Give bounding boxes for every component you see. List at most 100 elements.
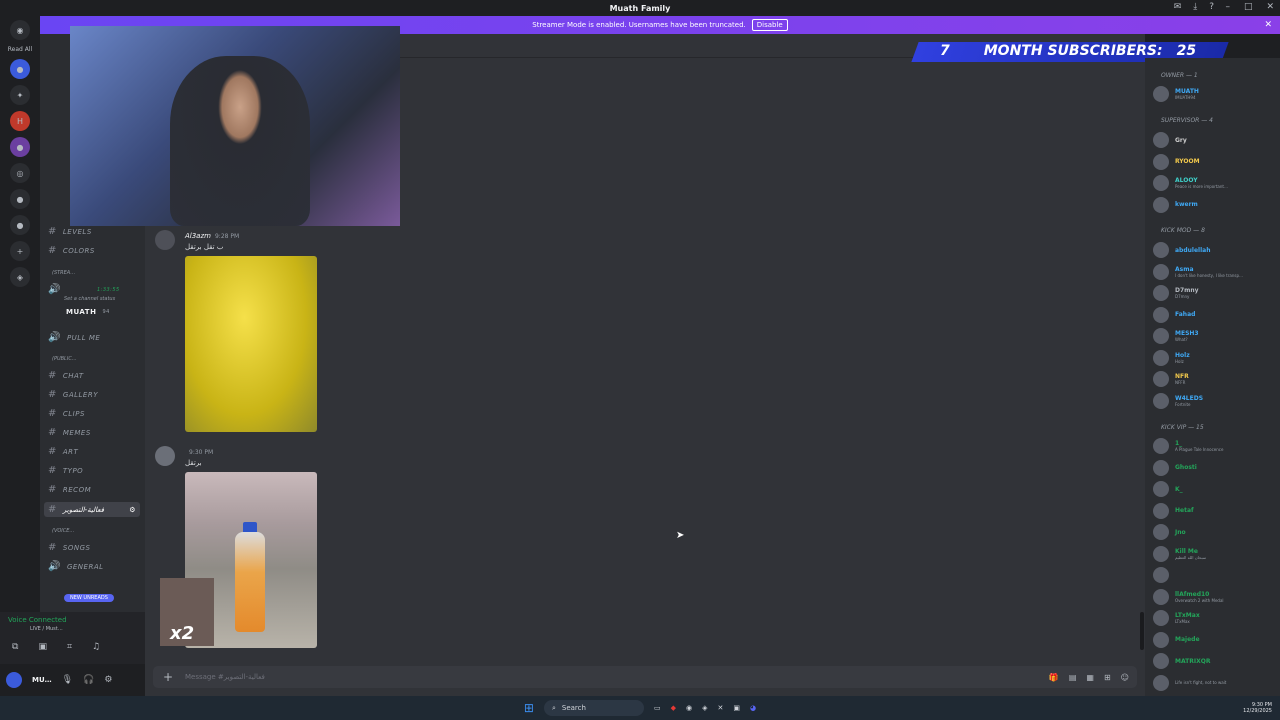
mic-icon[interactable]: 🎙	[62, 675, 73, 685]
member-item[interactable]: NFR NFFR	[1153, 371, 1189, 387]
steam-icon[interactable]: ◈	[702, 704, 707, 712]
channel-colors[interactable]: # COLORS	[48, 245, 95, 256]
voice-user[interactable]: MUATH 94	[66, 308, 110, 316]
channel-clips[interactable]: # CLIPS	[48, 408, 85, 419]
member-item[interactable]: Fahad	[1153, 306, 1195, 323]
plus-icon[interactable]: +	[163, 670, 173, 684]
server-icon[interactable]: ●	[10, 189, 30, 209]
member-item[interactable]: ALOOY Peace is more important…	[1153, 175, 1228, 191]
member-item[interactable]: MATRIXQR	[1153, 653, 1210, 669]
help-icon[interactable]: ?	[1209, 2, 1214, 12]
channel-recom[interactable]: # RECOM	[48, 484, 91, 495]
emoji-icon[interactable]: ☺	[1121, 673, 1129, 682]
sticker-icon[interactable]: ▦	[1086, 673, 1094, 682]
headphones-icon[interactable]: 🎧	[83, 675, 94, 685]
category-voice[interactable]: (VOICE…	[52, 528, 74, 534]
gif-icon[interactable]: ▤	[1069, 673, 1077, 682]
gift-icon[interactable]: 🎁	[1049, 673, 1059, 682]
member-item[interactable]: W4LEDS Fortnite	[1153, 392, 1203, 409]
server-icon[interactable]: ●	[10, 59, 30, 79]
activities-icon[interactable]: ⌗	[67, 642, 72, 652]
member-item[interactable]: MUATH IMUATH94	[1153, 86, 1199, 102]
disable-button[interactable]: Disable	[751, 19, 788, 31]
message-author[interactable]: Al3azm	[185, 232, 211, 240]
close-icon[interactable]: ✕	[1266, 2, 1274, 12]
member-item[interactable]: Kill Me سبحان الله العظيم	[1153, 545, 1206, 562]
channel-memes[interactable]: # MEMES	[48, 427, 91, 438]
server-icon[interactable]: ◎	[10, 163, 30, 183]
discover-icon[interactable]: ◈	[10, 267, 30, 287]
member-item[interactable]: llAfmed10 Overwatch 2 with Medal	[1153, 588, 1224, 605]
member-item[interactable]: K_	[1153, 481, 1183, 497]
attachment-image[interactable]	[185, 256, 317, 432]
username[interactable]: MU…	[32, 676, 52, 684]
settings-icon[interactable]: ⚙	[129, 506, 136, 514]
channel-typo[interactable]: # TYPO	[48, 465, 83, 476]
channel-chat[interactable]: # CHAT	[48, 370, 84, 381]
avatar	[1153, 545, 1169, 562]
taskview-icon[interactable]: ▭	[654, 704, 661, 712]
member-item[interactable]: Life isn't fight, not to wait	[1153, 674, 1226, 691]
channel-active[interactable]: # فعالية-التصوير ⚙	[44, 502, 140, 517]
member-item[interactable]: Gry	[1153, 132, 1187, 148]
taskbar-search[interactable]: ⌕ Search	[543, 700, 644, 716]
app-icon[interactable]: ◆	[671, 704, 676, 712]
apps-icon[interactable]: ⊞	[1104, 673, 1111, 682]
member-item[interactable]: RYOOM	[1153, 153, 1200, 170]
soundboard-icon[interactable]: ♫	[92, 642, 100, 652]
banner-close-icon[interactable]: ✕	[1264, 20, 1272, 30]
scrollbar[interactable]	[1140, 612, 1144, 650]
member-item[interactable]: abdulellah	[1153, 242, 1210, 258]
new-unreads-badge[interactable]: NEW UNREADS	[64, 594, 114, 602]
download-icon[interactable]: ⤓	[1193, 2, 1197, 12]
member-item[interactable]: Ghosti	[1153, 459, 1197, 476]
windows-start-icon[interactable]: ⊞	[524, 701, 534, 715]
message-composer[interactable]: + Message #فعالية-التصوير 🎁 ▤ ▦ ⊞ ☺	[153, 666, 1137, 688]
server-icon[interactable]: ●	[10, 215, 30, 235]
discord-home-icon[interactable]: ◉	[10, 20, 30, 40]
inbox-icon[interactable]: ✉	[1174, 2, 1182, 12]
settings-icon[interactable]: ⚙	[104, 675, 112, 685]
voice-channel-pull-me[interactable]: 🔊 PULL ME	[48, 332, 100, 343]
member-item[interactable]: Hetaf	[1153, 502, 1194, 519]
member-item[interactable]: Majede	[1153, 631, 1200, 648]
discord-icon[interactable]: ◕	[750, 704, 756, 712]
member-item[interactable]	[1153, 567, 1175, 583]
server-icon[interactable]: ✦	[10, 85, 30, 105]
category-stream[interactable]: (STREA…	[52, 270, 75, 276]
chrome-icon[interactable]: ◉	[686, 704, 692, 712]
avatar[interactable]	[155, 230, 175, 250]
voice-channel-sub[interactable]: LIVE / Must…	[30, 626, 63, 632]
avatar[interactable]	[6, 672, 22, 688]
camera-icon[interactable]: ▣	[38, 642, 47, 652]
maximize-icon[interactable]: □	[1244, 2, 1253, 12]
set-status[interactable]: Set a channel status	[64, 296, 115, 302]
channel-levels[interactable]: # LEVELS	[48, 226, 92, 237]
app-icon[interactable]: ▣	[733, 704, 740, 712]
voice-channel-live[interactable]: 🔊 1:33:55	[48, 284, 120, 295]
channel-songs[interactable]: # SONGS	[48, 542, 90, 553]
avatar[interactable]	[155, 446, 175, 466]
member-item[interactable]: 1_ A Plague Tale Innocence	[1153, 438, 1223, 454]
server-icon[interactable]: ●	[10, 137, 30, 157]
server-icon[interactable]: H	[10, 111, 30, 131]
read-all-button[interactable]: Read All	[8, 46, 32, 53]
message-input[interactable]: Message #فعالية-التصوير	[185, 673, 265, 681]
bottle	[235, 532, 265, 632]
member-item[interactable]: Jno	[1153, 524, 1186, 540]
category-public[interactable]: (PUBLIC…	[52, 356, 77, 362]
clock[interactable]: 9:30 PM 12/29/2025	[1243, 702, 1272, 714]
voice-channel-general[interactable]: 🔊 GENERAL	[48, 561, 104, 572]
minimize-icon[interactable]: –	[1225, 2, 1230, 12]
noise-suppression-icon[interactable]: ⧉	[12, 642, 18, 652]
member-item[interactable]: MESH3 What?	[1153, 328, 1199, 344]
channel-gallery[interactable]: # GALLERY	[48, 389, 98, 400]
add-server-icon[interactable]: +	[10, 241, 30, 261]
member-item[interactable]: Asma I don't like honesty, I like transp…	[1153, 263, 1243, 280]
member-item[interactable]: kwerm	[1153, 196, 1198, 213]
member-item[interactable]: D7mny D7mny	[1153, 285, 1199, 301]
channel-art[interactable]: # ART	[48, 446, 78, 457]
member-item[interactable]: LTxMax LTxMax	[1153, 610, 1200, 626]
app-icon[interactable]: ✕	[717, 704, 723, 712]
member-item[interactable]: Holz Holz	[1153, 349, 1190, 366]
